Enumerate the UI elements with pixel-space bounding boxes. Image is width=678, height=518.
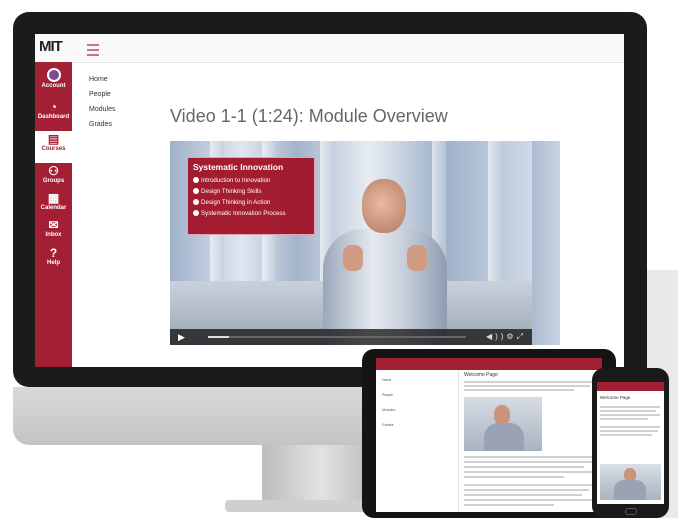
nav-label: Account — [41, 83, 66, 89]
nav-label: Courses — [41, 146, 66, 152]
course-nav: Home People Modules Grades — [89, 72, 115, 132]
nav-label: Groups — [42, 178, 65, 184]
dashboard-icon: ◔ — [49, 100, 58, 114]
course-nav-grades[interactable]: Grades — [89, 117, 115, 132]
nav-label: Dashboard — [37, 114, 70, 120]
nav-account[interactable]: Account — [35, 68, 72, 89]
course-nav-modules[interactable]: Modules — [89, 102, 115, 117]
tablet-nav-modules[interactable]: Modules — [382, 408, 395, 412]
phone-screen: Welcome Page — [597, 382, 664, 504]
page-title: Video 1-1 (1:24): Module Overview — [170, 106, 448, 126]
tablet-nav-home[interactable]: Home — [382, 378, 391, 382]
groups-icon: ⚇ — [48, 164, 59, 178]
mit-logo[interactable]: MIT — [39, 38, 63, 55]
tablet-video-thumbnail[interactable] — [464, 397, 542, 451]
overlay-title: Systematic Innovation — [193, 162, 284, 172]
desktop-screen: MIT Account ◔ Dashboard ▤ Courses ⚇ Grou… — [35, 34, 624, 367]
tablet-content: Welcome Page — [464, 372, 598, 506]
overlay-item: Design Thinking Skills — [193, 186, 309, 197]
nav-dashboard[interactable]: ◔ Dashboard — [35, 100, 72, 121]
top-bar: MIT — [35, 34, 624, 63]
presenter-image — [315, 179, 455, 345]
tablet-screen: Home People Modules Grades Welcome Page — [376, 358, 602, 512]
nav-label: Inbox — [45, 232, 62, 238]
course-nav-people[interactable]: People — [89, 87, 115, 102]
play-icon[interactable]: ▶ — [178, 332, 185, 343]
course-nav-home[interactable]: Home — [89, 72, 115, 87]
tablet-page-title: Welcome Page — [464, 372, 498, 378]
phone-device: Welcome Page — [592, 368, 669, 518]
video-controls: ▶ ◀))⚙⤢ — [170, 329, 532, 345]
overlay-item: Systematic Innovation Process — [193, 208, 309, 219]
nav-help[interactable]: ? Help — [35, 246, 72, 267]
video-player[interactable]: Systematic Innovation Introduction to In… — [170, 141, 532, 345]
courses-icon: ▤ — [47, 132, 60, 146]
overlay-item: Introduction to Innovation — [193, 175, 309, 186]
tablet-device: Home People Modules Grades Welcome Page — [362, 349, 616, 518]
calendar-icon: ▦ — [47, 191, 60, 205]
video-topic-overlay: Systematic Innovation Introduction to In… — [187, 157, 315, 235]
nav-label: Calendar — [40, 205, 67, 211]
nav-calendar[interactable]: ▦ Calendar — [35, 191, 72, 212]
video-progress-bar[interactable] — [208, 336, 466, 338]
volume-settings-fullscreen-icons[interactable]: ◀))⚙⤢ — [486, 332, 526, 342]
tablet-course-nav: Home People Modules Grades — [376, 370, 459, 512]
phone-video-thumbnail[interactable] — [600, 464, 661, 500]
tablet-nav-grades[interactable]: Grades — [382, 423, 393, 427]
help-icon: ? — [49, 246, 58, 260]
nav-label: Help — [46, 260, 60, 266]
avatar — [46, 68, 61, 82]
tablet-nav-people[interactable]: People — [382, 393, 393, 397]
inbox-icon: ✉ — [48, 218, 59, 232]
nav-courses[interactable]: ▤ Courses — [35, 131, 72, 163]
video-progress-fill — [208, 336, 229, 338]
global-nav-sidebar: Account ◔ Dashboard ▤ Courses ⚇ Groups ▦… — [35, 62, 72, 367]
phone-top-bar — [597, 382, 664, 391]
nav-groups[interactable]: ⚇ Groups — [35, 164, 72, 185]
tablet-top-bar — [376, 358, 602, 370]
nav-inbox[interactable]: ✉ Inbox — [35, 218, 72, 239]
phone-home-button[interactable] — [625, 508, 637, 515]
hamburger-menu-icon[interactable] — [87, 44, 99, 59]
overlay-item: Design Thinking in Action — [193, 197, 309, 208]
phone-page-title: Welcome Page — [600, 395, 631, 400]
